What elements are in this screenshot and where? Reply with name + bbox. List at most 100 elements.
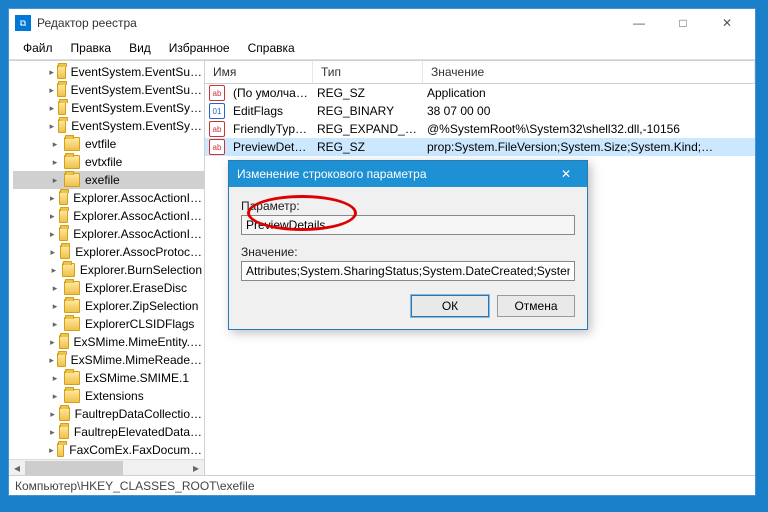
tree-item[interactable]: ▸ Explorer.ZipSelection [13, 297, 204, 315]
list-row[interactable]: ab(По умолчанию)REG_SZApplication [205, 84, 755, 102]
cell-value: @%SystemRoot%\System32\shell32.dll,-1015… [423, 122, 755, 136]
ok-button[interactable]: ОК [411, 295, 489, 317]
tree-item[interactable]: ▸Explorer.AssocActionI… [13, 207, 204, 225]
column-type[interactable]: Тип [313, 61, 423, 83]
tree-item-label: ExSMime.MimeReade… [69, 353, 204, 367]
parameter-field [241, 215, 575, 235]
dialog-close-icon[interactable]: ✕ [553, 167, 579, 181]
cell-type: REG_SZ [313, 86, 423, 100]
folder-icon [57, 65, 65, 79]
tree-item[interactable]: ▸EventSystem.EventSy… [13, 99, 204, 117]
chevron-right-icon[interactable]: ▸ [49, 121, 55, 132]
chevron-right-icon[interactable]: ▸ [49, 301, 61, 312]
tree-item-label: Explorer.EraseDisc [83, 281, 189, 295]
chevron-right-icon[interactable]: ▸ [49, 391, 61, 402]
tree-pane[interactable]: ▸ EventSystem.EventSu… ▸ EventSystem.EventS… [9, 61, 205, 475]
tree-item[interactable]: ▸Explorer.BurnSelection [13, 261, 204, 279]
tree-item[interactable]: ▸FaultrepDataCollectio… [13, 405, 204, 423]
binary-value-icon: 01 [209, 103, 225, 119]
tree-item[interactable]: ▸exefile [13, 171, 204, 189]
tree-item[interactable]: ▸ExplorerCLSIDFlags [13, 315, 204, 333]
tree-item[interactable]: ▸Extensions [13, 387, 204, 405]
list-row[interactable]: 01EditFlagsREG_BINARY38 07 00 00 [205, 102, 755, 120]
tree-item[interactable]: ▸ExSMime.MimeEntity.… [13, 333, 204, 351]
folder-icon [59, 227, 69, 241]
chevron-right-icon[interactable]: ▸ [49, 445, 54, 456]
tree-item[interactable]: ▸Explorer.AssocProtoc… [13, 243, 204, 261]
chevron-right-icon[interactable]: ▸ [49, 85, 54, 96]
folder-icon [64, 317, 80, 331]
folder-icon [62, 263, 75, 277]
titlebar[interactable]: ⧉ Редактор реестра — □ ✕ [9, 9, 755, 37]
tree-item-label: ExSMime.SMIME.1 [83, 371, 191, 385]
tree-item[interactable]: ▸FaxComEx.FaxDocum… [13, 441, 204, 459]
folder-icon [59, 407, 69, 421]
cell-name: (По умолчанию) [229, 86, 313, 100]
tree-item[interactable]: ▸ evtxfile [13, 153, 204, 171]
tree-item[interactable]: ▸ ExSMime.MimeReade… [13, 351, 204, 369]
chevron-right-icon[interactable]: ▸ [49, 157, 61, 168]
list-row[interactable]: abFriendlyTypeNa…REG_EXPAND_SZ@%SystemRo… [205, 120, 755, 138]
menu-help[interactable]: Справка [240, 39, 303, 57]
tree-item[interactable]: ▸ ExSMime.SMIME.1 [13, 369, 204, 387]
folder-icon [57, 83, 65, 97]
cell-value: prop:System.FileVersion;System.Size;Syst… [423, 140, 755, 154]
chevron-right-icon[interactable]: ▸ [49, 103, 55, 114]
string-value-icon: ab [209, 121, 225, 137]
parameter-label: Параметр: [241, 199, 575, 213]
tree-item-label: EventSystem.EventSy… [69, 119, 204, 133]
chevron-right-icon[interactable]: ▸ [49, 211, 56, 222]
scrollbar-thumb[interactable] [25, 461, 123, 475]
chevron-right-icon[interactable]: ▸ [49, 427, 56, 438]
column-name[interactable]: Имя [205, 61, 313, 83]
folder-icon [64, 281, 80, 295]
tree-item[interactable]: ▸Explorer.AssocActionI… [13, 189, 204, 207]
minimize-button[interactable]: — [617, 9, 661, 37]
horizontal-scrollbar[interactable]: ◂ ▸ [9, 459, 204, 475]
cell-value: 38 07 00 00 [423, 104, 755, 118]
scroll-left-icon[interactable]: ◂ [9, 461, 25, 475]
string-value-icon: ab [209, 85, 225, 101]
folder-icon [64, 155, 80, 169]
menu-edit[interactable]: Правка [63, 39, 120, 57]
folder-icon [64, 137, 80, 151]
menu-favorites[interactable]: Избранное [161, 39, 238, 57]
folder-icon [59, 191, 69, 205]
value-field[interactable] [241, 261, 575, 281]
maximize-button[interactable]: □ [661, 9, 705, 37]
dialog-titlebar[interactable]: Изменение строкового параметра ✕ [229, 161, 587, 187]
chevron-right-icon[interactable]: ▸ [49, 319, 61, 330]
chevron-right-icon[interactable]: ▸ [49, 265, 59, 276]
chevron-right-icon[interactable]: ▸ [49, 247, 57, 258]
chevron-right-icon[interactable]: ▸ [49, 373, 61, 384]
tree-item-label: evtxfile [83, 155, 124, 169]
chevron-right-icon[interactable]: ▸ [49, 193, 56, 204]
tree-item-label: Explorer.ZipSelection [83, 299, 200, 313]
tree-item-label: EventSystem.EventSu… [69, 65, 204, 79]
list-row[interactable]: abPreviewDetailsREG_SZprop:System.FileVe… [205, 138, 755, 156]
statusbar: Компьютер\HKEY_CLASSES_ROOT\exefile [9, 475, 755, 495]
cancel-button[interactable]: Отмена [497, 295, 575, 317]
tree-item[interactable]: ▸ EventSystem.EventSu… [13, 63, 204, 81]
tree-item[interactable]: ▸FaultrepElevatedData… [13, 423, 204, 441]
chevron-right-icon[interactable]: ▸ [49, 67, 54, 78]
menu-view[interactable]: Вид [121, 39, 159, 57]
tree-item[interactable]: ▸EventSystem.EventSu… [13, 81, 204, 99]
tree-item[interactable]: ▸ Explorer.EraseDisc [13, 279, 204, 297]
scroll-right-icon[interactable]: ▸ [188, 461, 204, 475]
chevron-right-icon[interactable]: ▸ [49, 229, 56, 240]
chevron-right-icon[interactable]: ▸ [49, 409, 56, 420]
column-value[interactable]: Значение [423, 61, 755, 83]
chevron-right-icon[interactable]: ▸ [49, 283, 61, 294]
tree-item[interactable]: ▸ evtfile [13, 135, 204, 153]
tree-item[interactable]: ▸Explorer.AssocActionI… [13, 225, 204, 243]
string-value-icon: ab [209, 139, 225, 155]
chevron-right-icon[interactable]: ▸ [49, 337, 56, 348]
menu-file[interactable]: Файл [15, 39, 61, 57]
chevron-right-icon[interactable]: ▸ [49, 139, 61, 150]
tree-item-label: evtfile [83, 137, 118, 151]
close-button[interactable]: ✕ [705, 9, 749, 37]
chevron-right-icon[interactable]: ▸ [49, 355, 54, 366]
chevron-right-icon[interactable]: ▸ [49, 175, 61, 186]
tree-item[interactable]: ▸ EventSystem.EventSy… [13, 117, 204, 135]
